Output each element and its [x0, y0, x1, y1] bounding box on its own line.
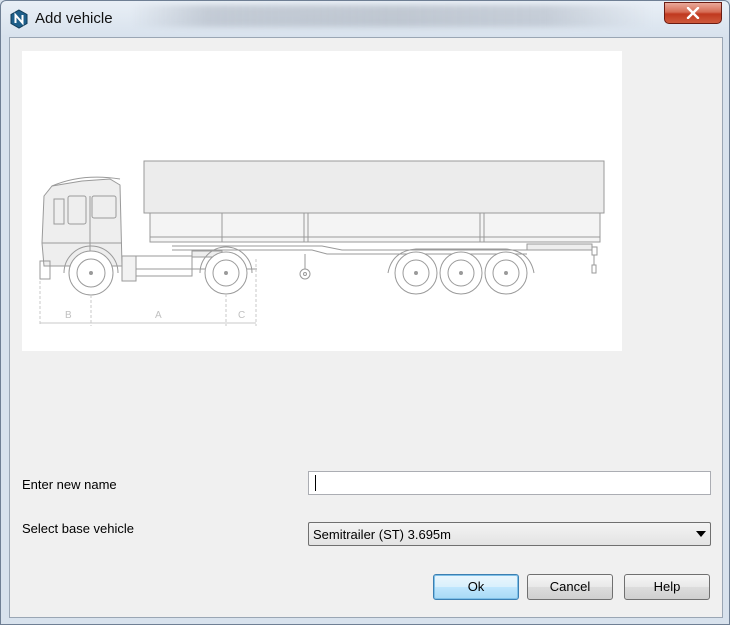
dialog-body: B A C Enter new name Select base vehicle… [9, 37, 723, 618]
app-logo-icon [9, 9, 29, 29]
vehicle-name-input[interactable] [308, 471, 711, 495]
help-button[interactable]: Help [624, 574, 710, 600]
base-vehicle-select[interactable]: Semitrailer (ST) 3.695m [308, 522, 711, 546]
close-button[interactable] [664, 2, 722, 24]
chevron-down-icon [696, 531, 706, 537]
dimension-label-c: C [238, 310, 245, 321]
title-bar-glass [131, 5, 651, 27]
text-caret [315, 475, 316, 491]
semitrailer-drawing: B A C [39, 160, 605, 326]
dimension-label-a: A [155, 310, 162, 321]
dimension-label-b: B [65, 310, 72, 321]
base-vehicle-label: Select base vehicle [22, 521, 135, 536]
window-title: Add vehicle [35, 10, 113, 27]
close-icon [686, 7, 700, 19]
ok-button[interactable]: Ok [433, 574, 519, 600]
base-vehicle-selected: Semitrailer (ST) 3.695m [313, 527, 451, 542]
name-label: Enter new name [22, 477, 117, 492]
cancel-button[interactable]: Cancel [527, 574, 613, 600]
add-vehicle-dialog: Add vehicle B A C Enter new name Select … [0, 0, 730, 625]
title-bar[interactable]: Add vehicle [1, 1, 729, 37]
vehicle-preview-image: B A C [22, 51, 622, 351]
